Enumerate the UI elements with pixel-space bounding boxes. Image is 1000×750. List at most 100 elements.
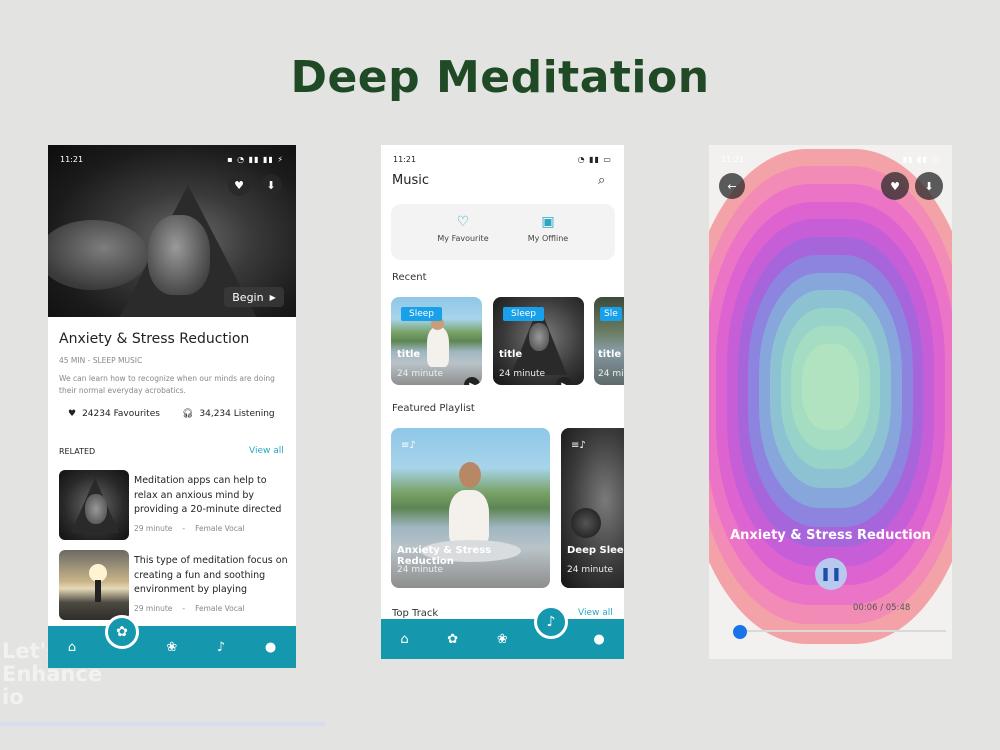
recent-card[interactable]: Sle title 24 mi bbox=[594, 297, 624, 385]
lotus-icon[interactable]: ❀ bbox=[166, 640, 177, 655]
thumb-face bbox=[85, 494, 107, 524]
status-time: 11:21 bbox=[393, 154, 417, 164]
download-icon: ⬇ bbox=[266, 178, 276, 192]
pause-icon: ❚❚ bbox=[820, 566, 842, 582]
card-duration: 24 minute bbox=[567, 565, 614, 575]
featured-card[interactable]: ≡♪ Anxiety & Stress Reduction 24 minute bbox=[391, 428, 550, 588]
play-icon: ▶ bbox=[269, 292, 276, 302]
related-meta: 29 minute - Female Vocal bbox=[134, 604, 245, 613]
track-description: We can learn how to recognize when our m… bbox=[59, 374, 275, 395]
download-button[interactable]: ⬇ bbox=[915, 172, 943, 200]
recent-label: Recent bbox=[392, 272, 427, 283]
my-favourite-button[interactable]: ♡ My Favourite bbox=[423, 214, 503, 243]
favorite-button[interactable]: ♥ bbox=[881, 172, 909, 200]
now-playing-title: Anxiety & Stress Reduction bbox=[730, 528, 931, 543]
card-duration: 24 minute bbox=[499, 369, 546, 379]
top-track-label: Top Track bbox=[392, 608, 439, 619]
lotus-icon[interactable]: ❀ bbox=[497, 632, 508, 647]
pause-button[interactable]: ❚❚ bbox=[815, 558, 847, 590]
related-thumbnail bbox=[59, 550, 129, 620]
playlist-icon: ≡♪ bbox=[571, 440, 586, 451]
library-card: ♡ My Favourite ▣ My Offline bbox=[391, 204, 615, 260]
visualizer-ring bbox=[802, 343, 859, 431]
music-icon[interactable]: ♪ bbox=[217, 640, 225, 655]
related-text: Meditation apps can help to relax an anx… bbox=[134, 475, 282, 515]
meditate-icon[interactable]: ✿ bbox=[447, 632, 458, 647]
profile-icon[interactable]: ● bbox=[265, 640, 276, 655]
download-icon: ⬇ bbox=[924, 179, 934, 193]
status-time: 11:21 bbox=[60, 154, 84, 164]
begin-button[interactable]: Begin ▶ bbox=[224, 287, 284, 307]
listening-count: 🎧︎ 34,234 Listening bbox=[181, 409, 275, 419]
begin-label: Begin bbox=[232, 290, 264, 304]
music-icon: ♪ bbox=[546, 614, 556, 630]
divider bbox=[0, 722, 325, 726]
headphones-icon: 🎧︎ bbox=[181, 409, 194, 419]
card-title: Deep Sleep bbox=[567, 545, 624, 556]
phone-music-screen: 11:21 ◔ ▮▮ ▭ Music ⌕ ♡ My Favourite ▣ My… bbox=[381, 145, 624, 659]
phone-player-screen: 11:21 ▮▮ ▮▮ ▭ ← ♥ ⬇ Anxiety & Stress Red… bbox=[709, 145, 952, 659]
arrow-left-icon: ← bbox=[727, 179, 737, 193]
related-label: RELATED bbox=[59, 447, 96, 456]
featured-card[interactable]: ≡♪ Deep Sleep 24 minute bbox=[561, 428, 624, 588]
offline-icon: ▣ bbox=[541, 214, 555, 230]
my-offline-button[interactable]: ▣ My Offline bbox=[508, 214, 588, 243]
play-icon[interactable]: ▶ bbox=[464, 377, 480, 385]
related-meta: 29 minute - Female Vocal bbox=[134, 524, 245, 533]
bottom-tab-bar: ⌂ ✿ ❀ ♪ ● bbox=[48, 626, 296, 668]
status-bar: 11:21 ▮▮ ▮▮ ▭ bbox=[709, 145, 952, 173]
status-icons: ▮▮ ▮▮ ▭ bbox=[902, 154, 940, 164]
meditate-icon: ✿ bbox=[116, 624, 128, 640]
card-face bbox=[529, 323, 549, 351]
back-button[interactable]: ← bbox=[719, 173, 745, 199]
card-title: Anxiety & Stress Reduction bbox=[397, 545, 492, 567]
heart-icon: ♥ bbox=[68, 409, 77, 419]
playlist-icon: ≡♪ bbox=[401, 440, 416, 451]
recent-card[interactable]: Sleep title 24 minute ▶ bbox=[391, 297, 482, 385]
track-subtitle: 45 MIN - SLEEP MUSIC bbox=[59, 356, 143, 365]
view-all-link[interactable]: View all bbox=[578, 608, 613, 618]
card-figure-head bbox=[459, 462, 481, 488]
related-thumbnail bbox=[59, 470, 129, 540]
watermark-line: io bbox=[2, 685, 24, 709]
card-duration: 24 mi bbox=[598, 369, 624, 379]
status-icons: ◔ ▮▮ ▭ bbox=[577, 154, 612, 164]
download-button[interactable]: ⬇ bbox=[260, 174, 282, 196]
view-all-link[interactable]: View all bbox=[249, 446, 284, 456]
track-stats: ♥ 24234 Favourites 🎧︎ 34,234 Listening bbox=[68, 409, 275, 419]
card-shape bbox=[571, 508, 601, 538]
home-icon[interactable]: ⌂ bbox=[400, 632, 408, 647]
card-figure bbox=[449, 490, 489, 546]
hero-face-shape bbox=[148, 215, 210, 295]
search-icon[interactable]: ⌕ bbox=[598, 173, 605, 188]
music-tab-button[interactable]: ♪ bbox=[534, 605, 568, 639]
category-badge: Sle bbox=[600, 307, 622, 321]
related-text: This type of meditation focus on creatin… bbox=[134, 555, 288, 595]
phone-detail-screen: 11:21 ▪ ◔ ▮▮ ▮▮ ⚡ ♥ ⬇ Begin ▶ Anxiety & … bbox=[48, 145, 296, 668]
time-display: 00:06 / 05:48 bbox=[853, 603, 911, 613]
track-title: Anxiety & Stress Reduction bbox=[59, 331, 250, 347]
hero-image: 11:21 ▪ ◔ ▮▮ ▮▮ ⚡ ♥ ⬇ Begin ▶ bbox=[48, 145, 296, 317]
meditate-tab-button[interactable]: ✿ bbox=[105, 615, 139, 649]
home-icon[interactable]: ⌂ bbox=[68, 640, 76, 655]
status-icons: ▪ ◔ ▮▮ ▮▮ ⚡ bbox=[227, 154, 284, 164]
favorite-button[interactable]: ♥ bbox=[228, 174, 250, 196]
card-title: title bbox=[499, 349, 523, 360]
page-title: Deep Meditation bbox=[290, 52, 710, 103]
favourites-count: ♥ 24234 Favourites bbox=[68, 409, 160, 419]
card-duration: 24 minute bbox=[397, 565, 444, 575]
recent-card[interactable]: Sleep title 24 minute ▶ bbox=[493, 297, 584, 385]
bottom-tab-bar: ⌂ ✿ ❀ ♪ ● bbox=[381, 619, 624, 659]
featured-label: Featured Playlist bbox=[392, 403, 475, 414]
play-icon[interactable]: ▶ bbox=[556, 377, 572, 385]
list-item[interactable]: This type of meditation focus on creatin… bbox=[59, 550, 289, 620]
progress-track[interactable] bbox=[741, 630, 946, 632]
list-item[interactable]: Meditation apps can help to relax an anx… bbox=[59, 470, 289, 540]
card-title: title bbox=[598, 349, 622, 360]
progress-knob[interactable] bbox=[733, 625, 747, 639]
profile-icon[interactable]: ● bbox=[593, 632, 604, 647]
card-figure bbox=[427, 327, 449, 367]
heart-icon: ♥ bbox=[234, 178, 244, 192]
screen-title: Music bbox=[392, 173, 429, 188]
status-bar: 11:21 ◔ ▮▮ ▭ bbox=[381, 145, 624, 173]
